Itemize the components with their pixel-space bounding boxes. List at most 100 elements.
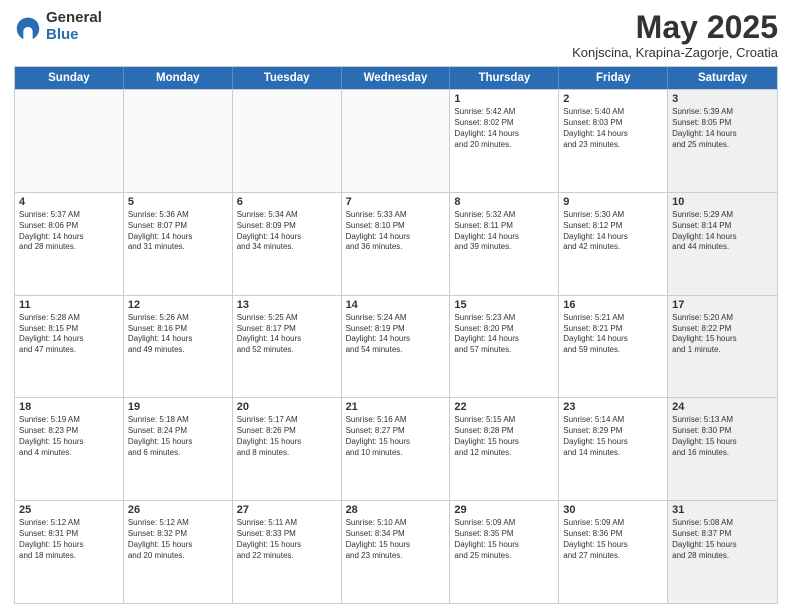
cell-text: Sunrise: 5:14 AM Sunset: 8:29 PM Dayligh…: [563, 415, 663, 458]
header-cell-tuesday: Tuesday: [233, 67, 342, 89]
cell-text: Sunrise: 5:28 AM Sunset: 8:15 PM Dayligh…: [19, 313, 119, 356]
cal-cell-2-3: 6 Sunrise: 5:34 AM Sunset: 8:09 PM Daylig…: [233, 193, 342, 295]
cal-cell-2-6: 9 Sunrise: 5:30 AM Sunset: 8:12 PM Daylig…: [559, 193, 668, 295]
cell-text: Sunrise: 5:08 AM Sunset: 8:37 PM Dayligh…: [672, 518, 773, 561]
cell-text: Sunrise: 5:36 AM Sunset: 8:07 PM Dayligh…: [128, 210, 228, 253]
day-number: 6: [237, 196, 337, 208]
cal-cell-4-6: 23 Sunrise: 5:14 AM Sunset: 8:29 PM Dayli…: [559, 398, 668, 500]
cell-text: Sunrise: 5:42 AM Sunset: 8:02 PM Dayligh…: [454, 107, 554, 150]
day-number: 20: [237, 401, 337, 413]
day-number: 29: [454, 504, 554, 516]
day-number: 31: [672, 504, 773, 516]
day-number: 18: [19, 401, 119, 413]
cal-cell-4-7: 24 Sunrise: 5:13 AM Sunset: 8:30 PM Dayli…: [668, 398, 777, 500]
week-row-2: 4Sunrise: 5:37 AM Sunset: 8:06 PM Daylig…: [15, 192, 777, 295]
cal-cell-1-2: [124, 90, 233, 192]
logo-icon: [14, 13, 42, 41]
cell-text: Sunrise: 5:30 AM Sunset: 8:12 PM Dayligh…: [563, 210, 663, 253]
cell-text: Sunrise: 5:24 AM Sunset: 8:19 PM Dayligh…: [346, 313, 446, 356]
logo: General Blue: [14, 10, 102, 43]
cell-text: Sunrise: 5:32 AM Sunset: 8:11 PM Dayligh…: [454, 210, 554, 253]
day-number: 13: [237, 299, 337, 311]
cal-cell-3-7: 17Sunrise: 5:20 AM Sunset: 8:22 PM Dayli…: [668, 296, 777, 398]
cell-text: Sunrise: 5:12 AM Sunset: 8:31 PM Dayligh…: [19, 518, 119, 561]
cal-cell-2-2: 5Sunrise: 5:36 AM Sunset: 8:07 PM Daylig…: [124, 193, 233, 295]
cal-cell-5-3: 27Sunrise: 5:11 AM Sunset: 8:33 PM Dayli…: [233, 501, 342, 603]
cal-cell-2-7: 10Sunrise: 5:29 AM Sunset: 8:14 PM Dayli…: [668, 193, 777, 295]
day-number: 8: [454, 196, 554, 208]
logo-blue: Blue: [46, 27, 102, 44]
cell-text: Sunrise: 5:09 AM Sunset: 8:35 PM Dayligh…: [454, 518, 554, 561]
cell-text: Sunrise: 5:19 AM Sunset: 8:23 PM Dayligh…: [19, 415, 119, 458]
header-cell-friday: Friday: [559, 67, 668, 89]
header: General Blue May 2025 Konjscina, Krapina…: [14, 10, 778, 60]
cell-text: Sunrise: 5:18 AM Sunset: 8:24 PM Dayligh…: [128, 415, 228, 458]
cell-text: Sunrise: 5:29 AM Sunset: 8:14 PM Dayligh…: [672, 210, 773, 253]
header-cell-monday: Monday: [124, 67, 233, 89]
cal-cell-2-4: 7 Sunrise: 5:33 AM Sunset: 8:10 PM Daylig…: [342, 193, 451, 295]
week-row-4: 18 Sunrise: 5:19 AM Sunset: 8:23 PM Dayli…: [15, 397, 777, 500]
calendar-body: 1 Sunrise: 5:42 AM Sunset: 8:02 PM Daylig…: [15, 89, 777, 603]
cal-cell-5-4: 28 Sunrise: 5:10 AM Sunset: 8:34 PM Dayli…: [342, 501, 451, 603]
cal-cell-5-1: 25Sunrise: 5:12 AM Sunset: 8:31 PM Dayli…: [15, 501, 124, 603]
day-number: 23: [563, 401, 663, 413]
cal-cell-3-1: 11 Sunrise: 5:28 AM Sunset: 8:15 PM Dayli…: [15, 296, 124, 398]
cell-text: Sunrise: 5:20 AM Sunset: 8:22 PM Dayligh…: [672, 313, 773, 356]
cell-text: Sunrise: 5:26 AM Sunset: 8:16 PM Dayligh…: [128, 313, 228, 356]
cell-text: Sunrise: 5:16 AM Sunset: 8:27 PM Dayligh…: [346, 415, 446, 458]
main-title: May 2025: [572, 10, 778, 45]
cal-cell-1-1: [15, 90, 124, 192]
day-number: 14: [346, 299, 446, 311]
cell-text: Sunrise: 5:40 AM Sunset: 8:03 PM Dayligh…: [563, 107, 663, 150]
cal-cell-3-5: 15Sunrise: 5:23 AM Sunset: 8:20 PM Dayli…: [450, 296, 559, 398]
cell-text: Sunrise: 5:10 AM Sunset: 8:34 PM Dayligh…: [346, 518, 446, 561]
cal-cell-3-6: 16 Sunrise: 5:21 AM Sunset: 8:21 PM Dayli…: [559, 296, 668, 398]
logo-text: General Blue: [46, 10, 102, 43]
cell-text: Sunrise: 5:34 AM Sunset: 8:09 PM Dayligh…: [237, 210, 337, 253]
day-number: 9: [563, 196, 663, 208]
cal-cell-5-6: 30Sunrise: 5:09 AM Sunset: 8:36 PM Dayli…: [559, 501, 668, 603]
cell-text: Sunrise: 5:13 AM Sunset: 8:30 PM Dayligh…: [672, 415, 773, 458]
cal-cell-1-7: 3Sunrise: 5:39 AM Sunset: 8:05 PM Daylig…: [668, 90, 777, 192]
cal-cell-2-5: 8 Sunrise: 5:32 AM Sunset: 8:11 PM Daylig…: [450, 193, 559, 295]
day-number: 2: [563, 93, 663, 105]
cell-text: Sunrise: 5:37 AM Sunset: 8:06 PM Dayligh…: [19, 210, 119, 253]
cal-cell-3-4: 14 Sunrise: 5:24 AM Sunset: 8:19 PM Dayli…: [342, 296, 451, 398]
cal-cell-5-5: 29 Sunrise: 5:09 AM Sunset: 8:35 PM Dayli…: [450, 501, 559, 603]
cal-cell-3-2: 12Sunrise: 5:26 AM Sunset: 8:16 PM Dayli…: [124, 296, 233, 398]
week-row-3: 11 Sunrise: 5:28 AM Sunset: 8:15 PM Dayli…: [15, 295, 777, 398]
day-number: 15: [454, 299, 554, 311]
cell-text: Sunrise: 5:39 AM Sunset: 8:05 PM Dayligh…: [672, 107, 773, 150]
subtitle: Konjscina, Krapina-Zagorje, Croatia: [572, 45, 778, 60]
week-row-5: 25Sunrise: 5:12 AM Sunset: 8:31 PM Dayli…: [15, 500, 777, 603]
cal-cell-4-3: 20 Sunrise: 5:17 AM Sunset: 8:26 PM Dayli…: [233, 398, 342, 500]
day-number: 1: [454, 93, 554, 105]
header-cell-thursday: Thursday: [450, 67, 559, 89]
cal-cell-1-4: [342, 90, 451, 192]
cell-text: Sunrise: 5:11 AM Sunset: 8:33 PM Dayligh…: [237, 518, 337, 561]
day-number: 28: [346, 504, 446, 516]
calendar: SundayMondayTuesdayWednesdayThursdayFrid…: [14, 66, 778, 604]
cell-text: Sunrise: 5:15 AM Sunset: 8:28 PM Dayligh…: [454, 415, 554, 458]
cal-cell-5-7: 31 Sunrise: 5:08 AM Sunset: 8:37 PM Dayli…: [668, 501, 777, 603]
cal-cell-2-1: 4Sunrise: 5:37 AM Sunset: 8:06 PM Daylig…: [15, 193, 124, 295]
cal-cell-4-2: 19Sunrise: 5:18 AM Sunset: 8:24 PM Dayli…: [124, 398, 233, 500]
day-number: 7: [346, 196, 446, 208]
day-number: 24: [672, 401, 773, 413]
header-cell-saturday: Saturday: [668, 67, 777, 89]
cell-text: Sunrise: 5:09 AM Sunset: 8:36 PM Dayligh…: [563, 518, 663, 561]
header-cell-wednesday: Wednesday: [342, 67, 451, 89]
day-number: 11: [19, 299, 119, 311]
cal-cell-1-6: 2 Sunrise: 5:40 AM Sunset: 8:03 PM Daylig…: [559, 90, 668, 192]
day-number: 16: [563, 299, 663, 311]
cell-text: Sunrise: 5:33 AM Sunset: 8:10 PM Dayligh…: [346, 210, 446, 253]
calendar-header: SundayMondayTuesdayWednesdayThursdayFrid…: [15, 67, 777, 89]
day-number: 22: [454, 401, 554, 413]
cal-cell-4-1: 18 Sunrise: 5:19 AM Sunset: 8:23 PM Dayli…: [15, 398, 124, 500]
cell-text: Sunrise: 5:17 AM Sunset: 8:26 PM Dayligh…: [237, 415, 337, 458]
cal-cell-4-5: 22 Sunrise: 5:15 AM Sunset: 8:28 PM Dayli…: [450, 398, 559, 500]
cal-cell-4-4: 21Sunrise: 5:16 AM Sunset: 8:27 PM Dayli…: [342, 398, 451, 500]
cell-text: Sunrise: 5:21 AM Sunset: 8:21 PM Dayligh…: [563, 313, 663, 356]
logo-general: General: [46, 10, 102, 27]
cal-cell-1-3: [233, 90, 342, 192]
